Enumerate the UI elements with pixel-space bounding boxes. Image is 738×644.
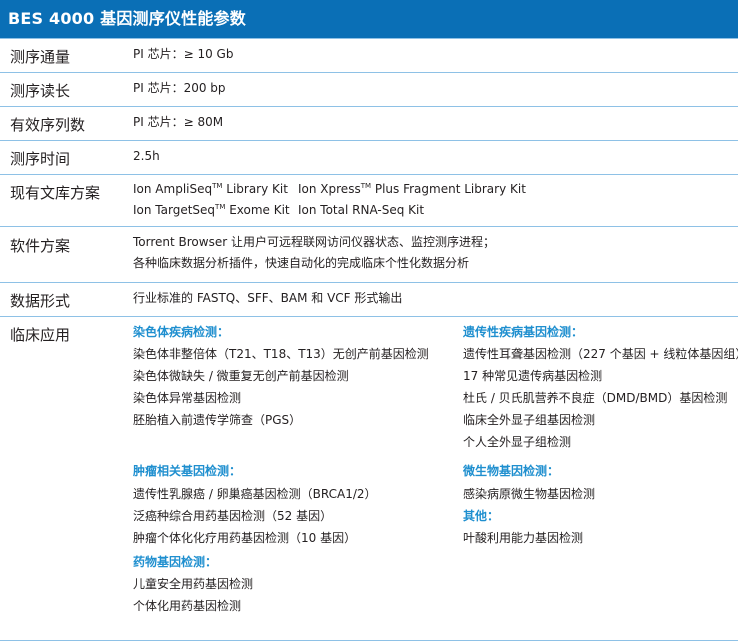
row-library: 现有文库方案 Ion AmpliSeqTM Library Kit Ion Xp… bbox=[0, 174, 738, 226]
list-item: 遗传性乳腺癌 / 卵巢癌基因检测（BRCA1/2） bbox=[133, 487, 377, 501]
row-value: 2.5h bbox=[133, 149, 160, 163]
row-label: 临床应用 bbox=[10, 326, 71, 344]
library-kit: Ion XpressTM Plus Fragment Library Kit bbox=[298, 182, 526, 196]
software-line: 各种临床数据分析插件，快速自动化的完成临床个性化数据分析 bbox=[133, 256, 470, 270]
section-heading: 染色体疾病检测： bbox=[133, 325, 230, 339]
row-value: PI 芯片：≥ 80M bbox=[133, 115, 224, 129]
table-bottom-border bbox=[0, 640, 738, 641]
list-item: 杜氏 / 贝氏肌营养不良症（DMD/BMD）基因检测 bbox=[463, 391, 728, 405]
row-value: PI 芯片：≥ 10 Gb bbox=[133, 47, 234, 61]
list-item: 个体化用药基因检测 bbox=[133, 599, 242, 613]
section-heading: 遗传性疾病基因检测： bbox=[463, 325, 584, 339]
list-item: 染色体微缺失 / 微重复无创产前基因检测 bbox=[133, 369, 349, 383]
row-value: PI 芯片：200 bp bbox=[133, 81, 226, 95]
list-item: 17 种常见遗传病基因检测 bbox=[463, 369, 603, 383]
row-label: 测序时间 bbox=[10, 150, 71, 168]
row-clinical: 临床应用 染色体疾病检测： 染色体非整倍体（T21、T18、T13）无创产前基因… bbox=[0, 316, 738, 640]
row-run-time: 测序时间 2.5h bbox=[0, 140, 738, 174]
row-data-format: 数据形式 行业标准的 FASTQ、SFF、BAM 和 VCF 形式输出 bbox=[0, 282, 738, 316]
row-label: 数据形式 bbox=[10, 292, 71, 310]
list-item: 感染病原微生物基因检测 bbox=[463, 487, 596, 501]
list-item: 叶酸利用能力基因检测 bbox=[463, 531, 584, 545]
list-item: 肿瘤个体化化疗用药基因检测（10 基因） bbox=[133, 531, 357, 545]
spec-table: BES 4000 基因测序仪性能参数 测序通量 PI 芯片：≥ 10 Gb 测序… bbox=[0, 0, 738, 644]
row-effective-reads: 有效序列数 PI 芯片：≥ 80M bbox=[0, 106, 738, 140]
library-kit: Ion AmpliSeqTM Library Kit bbox=[133, 182, 288, 196]
section-heading: 微生物基因检测： bbox=[463, 464, 560, 478]
list-item: 染色体非整倍体（T21、T18、T13）无创产前基因检测 bbox=[133, 347, 429, 361]
list-item: 临床全外显子组基因检测 bbox=[463, 413, 596, 427]
software-line: Torrent Browser 让用户可远程联网访问仪器状态、监控测序进程； bbox=[133, 235, 495, 249]
list-item: 个人全外显子组检测 bbox=[463, 435, 572, 449]
row-throughput: 测序通量 PI 芯片：≥ 10 Gb bbox=[0, 38, 738, 72]
section-heading: 其他： bbox=[463, 509, 500, 523]
list-item: 染色体异常基因检测 bbox=[133, 391, 242, 405]
list-item: 胚胎植入前遗传学筛查（PGS） bbox=[133, 413, 302, 427]
row-software: 软件方案 Torrent Browser 让用户可远程联网访问仪器状态、监控测序… bbox=[0, 226, 738, 282]
row-label: 测序通量 bbox=[10, 48, 71, 66]
row-value: 行业标准的 FASTQ、SFF、BAM 和 VCF 形式输出 bbox=[133, 291, 403, 305]
list-item: 泛癌种综合用药基因检测（52 基因） bbox=[133, 509, 333, 523]
section-heading: 肿瘤相关基因检测： bbox=[133, 464, 242, 478]
table-title: BES 4000 基因测序仪性能参数 bbox=[0, 0, 738, 38]
list-item: 儿童安全用药基因检测 bbox=[133, 577, 254, 591]
section-heading: 药物基因检测： bbox=[133, 555, 218, 569]
row-label: 测序读长 bbox=[10, 82, 71, 100]
row-label: 有效序列数 bbox=[10, 116, 86, 134]
row-label: 软件方案 bbox=[10, 237, 71, 255]
row-read-length: 测序读长 PI 芯片：200 bp bbox=[0, 72, 738, 106]
library-kit: Ion TargetSeqTM Exome Kit bbox=[133, 203, 290, 217]
library-kit: Ion Total RNA-Seq Kit bbox=[298, 203, 425, 217]
list-item: 遗传性耳聋基因检测（227 个基因 + 线粒体基因组） bbox=[463, 347, 738, 361]
row-label: 现有文库方案 bbox=[10, 184, 101, 202]
